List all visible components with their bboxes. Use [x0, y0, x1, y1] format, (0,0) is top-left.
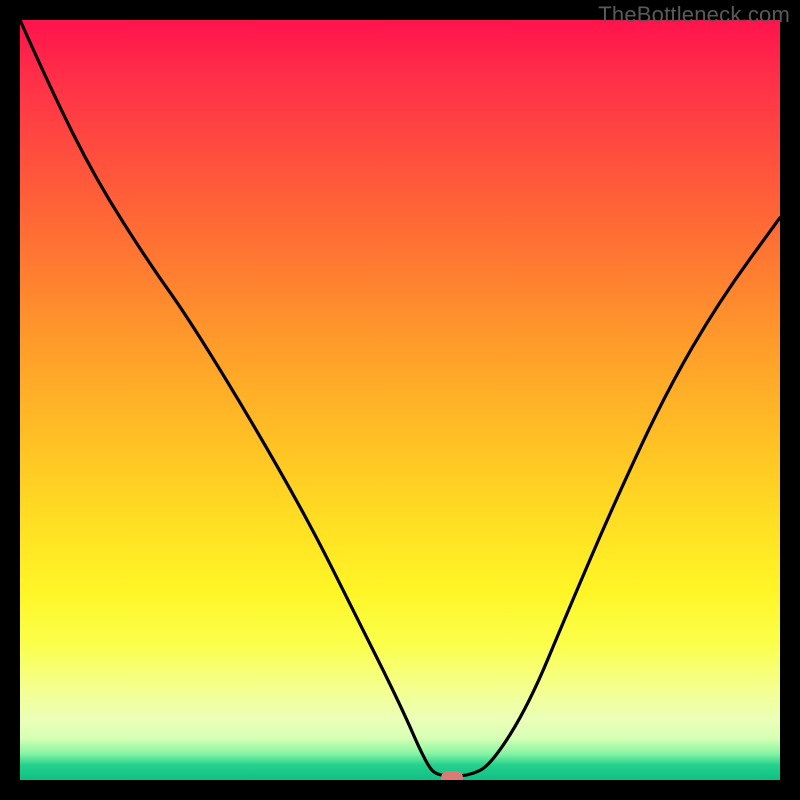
- chart-frame: TheBottleneck.com: [0, 0, 800, 800]
- plot-area: [20, 20, 780, 780]
- watermark-text: TheBottleneck.com: [598, 2, 790, 28]
- optimal-point-marker: [441, 771, 463, 780]
- bottleneck-curve: [20, 20, 780, 780]
